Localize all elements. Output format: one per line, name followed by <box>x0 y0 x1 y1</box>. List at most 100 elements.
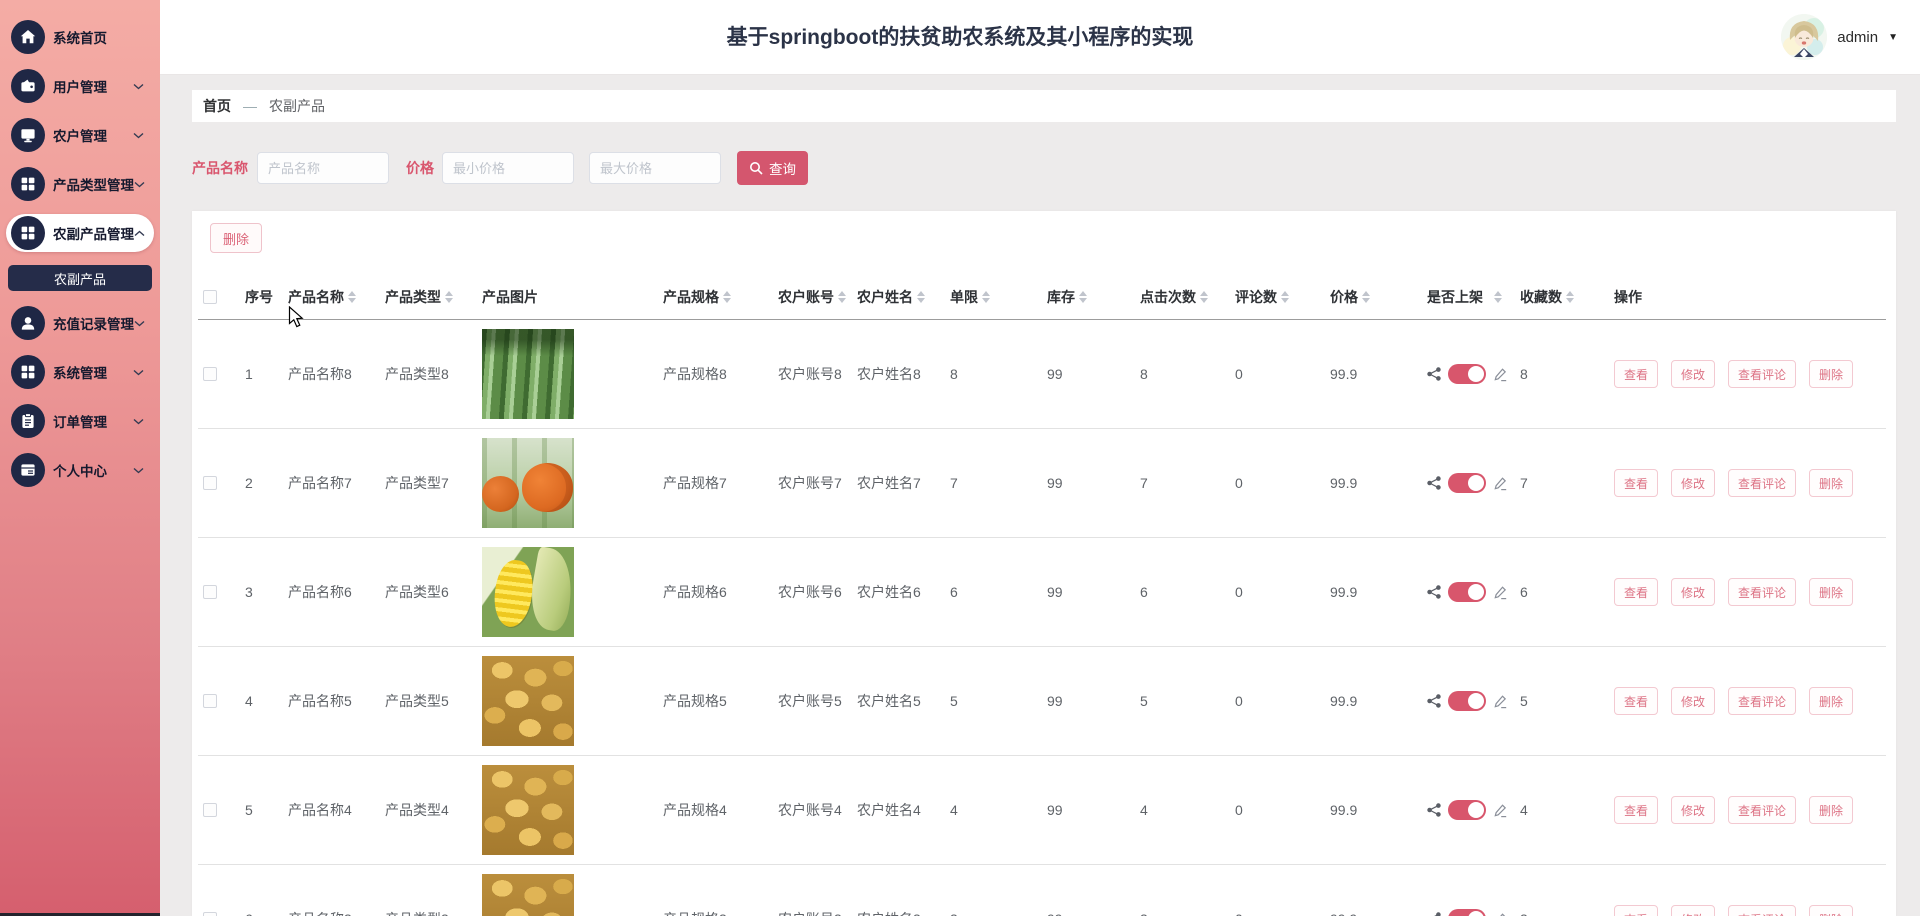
row-checkbox[interactable] <box>203 912 217 916</box>
view-comments-button[interactable]: 查看评论 <box>1728 469 1796 497</box>
min-price-input[interactable] <box>442 152 574 184</box>
price-label: 价格 <box>406 158 434 178</box>
view-button[interactable]: 查看 <box>1614 796 1658 824</box>
row-checkbox[interactable] <box>203 585 217 599</box>
view-button[interactable]: 查看 <box>1614 687 1658 715</box>
on-shelf-toggle[interactable] <box>1448 691 1486 711</box>
edit-button[interactable]: 修改 <box>1671 905 1715 916</box>
delete-button[interactable]: 删除 <box>1809 796 1853 824</box>
on-shelf-toggle[interactable] <box>1448 909 1486 916</box>
header-favorites[interactable]: 收藏数 <box>1520 287 1562 307</box>
max-price-input[interactable] <box>589 152 721 184</box>
row-checkbox[interactable] <box>203 694 217 708</box>
edit-button[interactable]: 修改 <box>1671 360 1715 388</box>
sort-icon[interactable] <box>1494 291 1502 303</box>
header-comments[interactable]: 评论数 <box>1235 287 1277 307</box>
row-checkbox[interactable] <box>203 476 217 490</box>
edit-button[interactable]: 修改 <box>1671 687 1715 715</box>
sort-icon[interactable] <box>1079 291 1087 303</box>
cell-price: 99.9 <box>1325 802 1422 818</box>
sidebar-item-recharge-records[interactable]: 充值记录管理 <box>6 304 154 342</box>
edit-icon[interactable] <box>1493 367 1508 382</box>
sidebar-item-product-types[interactable]: 产品类型管理 <box>6 165 154 203</box>
view-button[interactable]: 查看 <box>1614 905 1658 916</box>
header-farmer-name[interactable]: 农户姓名 <box>857 287 913 307</box>
delete-button[interactable]: 删除 <box>1809 469 1853 497</box>
edit-icon[interactable] <box>1493 585 1508 600</box>
cell-product-spec: 产品规格5 <box>658 691 773 711</box>
sidebar-item-farm-products[interactable]: 农副产品管理 <box>6 214 154 252</box>
share-icon[interactable] <box>1427 585 1441 599</box>
sort-icon[interactable] <box>838 291 846 303</box>
sort-icon[interactable] <box>1281 291 1289 303</box>
delete-button[interactable]: 删除 <box>1809 578 1853 606</box>
breadcrumb-home[interactable]: 首页 <box>203 96 231 116</box>
on-shelf-toggle[interactable] <box>1448 473 1486 493</box>
view-comments-button[interactable]: 查看评论 <box>1728 578 1796 606</box>
product-image <box>482 656 574 746</box>
share-icon[interactable] <box>1427 367 1441 381</box>
share-icon[interactable] <box>1427 803 1441 817</box>
edit-icon[interactable] <box>1493 476 1508 491</box>
view-comments-button[interactable]: 查看评论 <box>1728 796 1796 824</box>
header-product-spec[interactable]: 产品规格 <box>663 287 719 307</box>
sidebar-item-label: 个人中心 <box>53 460 107 480</box>
share-icon[interactable] <box>1427 694 1441 708</box>
sort-icon[interactable] <box>1362 291 1370 303</box>
chevron-up-icon <box>134 230 145 237</box>
view-button[interactable]: 查看 <box>1614 578 1658 606</box>
sidebar-item-system[interactable]: 系统管理 <box>6 353 154 391</box>
header-product-name[interactable]: 产品名称 <box>288 287 344 307</box>
on-shelf-toggle[interactable] <box>1448 364 1486 384</box>
share-icon[interactable] <box>1427 912 1441 916</box>
header-stock[interactable]: 库存 <box>1047 287 1075 307</box>
on-shelf-toggle[interactable] <box>1448 582 1486 602</box>
sort-icon[interactable] <box>723 291 731 303</box>
sort-icon[interactable] <box>348 291 356 303</box>
view-button[interactable]: 查看 <box>1614 360 1658 388</box>
edit-icon[interactable] <box>1493 803 1508 818</box>
header-on-shelf[interactable]: 是否上架 <box>1427 287 1483 307</box>
cell-comments: 0 <box>1230 911 1325 916</box>
sidebar-item-orders[interactable]: 订单管理 <box>6 402 154 440</box>
on-shelf-toggle[interactable] <box>1448 800 1486 820</box>
edit-button[interactable]: 修改 <box>1671 469 1715 497</box>
sort-icon[interactable] <box>917 291 925 303</box>
edit-button[interactable]: 修改 <box>1671 578 1715 606</box>
sort-icon[interactable] <box>1566 291 1574 303</box>
sidebar-item-home[interactable]: 系统首页 <box>6 18 154 56</box>
sidebar-item-users[interactable]: 用户管理 <box>6 67 154 105</box>
sort-icon[interactable] <box>982 291 990 303</box>
edit-button[interactable]: 修改 <box>1671 796 1715 824</box>
edit-icon[interactable] <box>1493 912 1508 916</box>
header-clicks[interactable]: 点击次数 <box>1140 287 1196 307</box>
row-checkbox[interactable] <box>203 803 217 817</box>
product-name-input[interactable] <box>257 152 389 184</box>
user-menu[interactable]: admin ▼ <box>1781 11 1898 63</box>
row-checkbox[interactable] <box>203 367 217 381</box>
sort-icon[interactable] <box>445 291 453 303</box>
header-price[interactable]: 价格 <box>1330 287 1358 307</box>
cell-farmer-account: 农户账号7 <box>773 473 852 493</box>
delete-button[interactable]: 删除 <box>1809 360 1853 388</box>
view-comments-button[interactable]: 查看评论 <box>1728 687 1796 715</box>
delete-button[interactable]: 删除 <box>1809 905 1853 916</box>
bulk-delete-button[interactable]: 删除 <box>210 223 262 253</box>
sort-icon[interactable] <box>1200 291 1208 303</box>
edit-icon[interactable] <box>1493 694 1508 709</box>
cell-stock: 99 <box>1042 693 1135 709</box>
view-button[interactable]: 查看 <box>1614 469 1658 497</box>
grid-icon <box>11 216 45 250</box>
select-all-checkbox[interactable] <box>203 290 217 304</box>
sidebar-item-farmers[interactable]: 农户管理 <box>6 116 154 154</box>
header-product-type[interactable]: 产品类型 <box>385 287 441 307</box>
view-comments-button[interactable]: 查看评论 <box>1728 905 1796 916</box>
share-icon[interactable] <box>1427 476 1441 490</box>
search-button[interactable]: 查询 <box>737 151 808 185</box>
header-farmer-account[interactable]: 农户账号 <box>778 287 834 307</box>
view-comments-button[interactable]: 查看评论 <box>1728 360 1796 388</box>
sidebar-item-profile[interactable]: 个人中心 <box>6 451 154 489</box>
delete-button[interactable]: 删除 <box>1809 687 1853 715</box>
sidebar-subitem-farm-product[interactable]: 农副产品 <box>8 265 152 291</box>
header-limit[interactable]: 单限 <box>950 287 978 307</box>
